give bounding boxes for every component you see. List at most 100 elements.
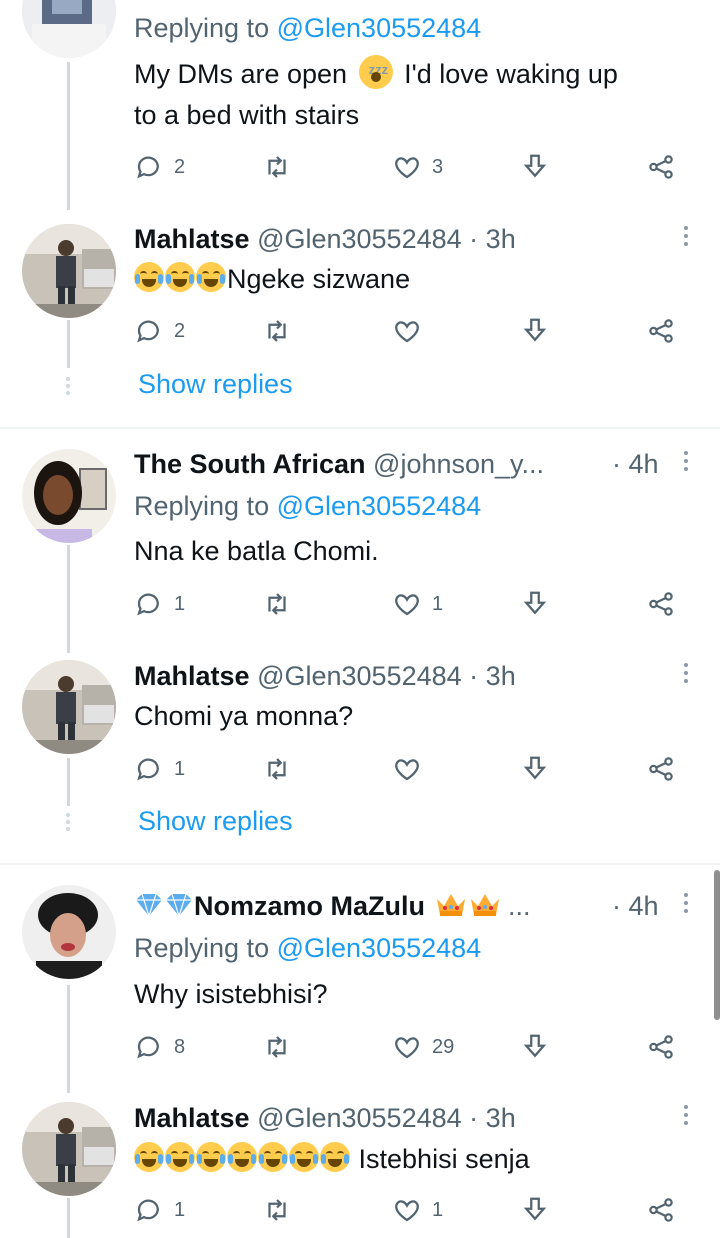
scrollbar[interactable]	[714, 870, 720, 1020]
more-icon[interactable]	[684, 1105, 690, 1129]
retweet-button[interactable]	[262, 1029, 292, 1065]
replying-handle-link[interactable]: @Glen30552484	[277, 491, 482, 521]
user-handle[interactable]: @Glen30552484	[257, 1103, 462, 1133]
tweet-text: Ngeke sizwane	[134, 259, 410, 300]
display-name[interactable]: The South African	[134, 449, 366, 479]
reply-icon	[137, 593, 159, 616]
tweet-header: Nomzamo MaZulu ...	[134, 889, 531, 923]
timestamp[interactable]: 4h	[629, 891, 659, 921]
reply-button[interactable]: 1	[134, 751, 185, 787]
retweet-icon	[268, 758, 286, 780]
retweet-button[interactable]	[262, 586, 292, 622]
diamond-emoji	[134, 892, 164, 918]
avatar[interactable]	[22, 660, 116, 754]
display-name[interactable]: Mahlatse	[134, 661, 250, 691]
share-icon	[649, 1035, 673, 1059]
reply-icon	[137, 320, 159, 343]
display-name[interactable]: Mahlatse	[134, 1103, 250, 1133]
user-handle[interactable]: @johnson_y...	[373, 449, 544, 479]
tweet-actions: 1 1	[134, 586, 694, 622]
retweet-button[interactable]	[262, 1192, 292, 1228]
reply-icon	[137, 156, 159, 179]
download-icon	[523, 154, 547, 178]
download-icon	[523, 591, 547, 615]
share-button[interactable]	[646, 586, 676, 622]
retweet-button[interactable]	[262, 313, 292, 349]
reply-button[interactable]: 2	[134, 313, 185, 349]
reply-button[interactable]: 2	[134, 149, 185, 185]
download-button[interactable]	[520, 1029, 550, 1065]
download-button[interactable]	[520, 751, 550, 787]
tweet-text: Chomi ya monna?	[134, 701, 354, 731]
tears-of-joy-emoji	[134, 262, 164, 292]
tweet-text: Istebhisi senja	[134, 1139, 530, 1180]
like-button[interactable]	[392, 751, 432, 787]
timestamp[interactable]: 3h	[486, 661, 516, 691]
tweet-text: Why isistebhisi?	[134, 979, 328, 1009]
user-handle[interactable]: ...	[508, 891, 531, 921]
replying-handle-link[interactable]: @Glen30552484	[277, 13, 482, 43]
retweet-icon	[268, 156, 286, 178]
share-button[interactable]	[646, 1192, 676, 1228]
share-button[interactable]	[646, 1029, 676, 1065]
avatar[interactable]	[22, 0, 116, 58]
replying-to: Replying to @Glen30552484	[134, 491, 482, 521]
reply-button[interactable]: 1	[134, 586, 185, 622]
replying-handle-link[interactable]: @Glen30552484	[277, 933, 482, 963]
retweet-icon	[268, 1199, 286, 1221]
more-icon[interactable]	[684, 893, 690, 917]
avatar[interactable]	[22, 449, 116, 543]
tears-of-joy-emoji	[258, 1142, 288, 1172]
share-button[interactable]	[646, 313, 676, 349]
timestamp[interactable]: 3h	[486, 224, 516, 254]
reply-button[interactable]: 8	[134, 1029, 185, 1065]
timestamp[interactable]: 3h	[486, 1103, 516, 1133]
thread-line	[67, 545, 70, 653]
more-icon[interactable]	[684, 226, 690, 250]
retweet-icon	[268, 320, 286, 342]
tears-of-joy-emoji	[165, 262, 195, 292]
retweet-icon	[268, 593, 286, 615]
reply-button[interactable]: 1	[134, 1192, 185, 1228]
avatar[interactable]	[22, 885, 116, 979]
sleeping-face-emoji: zzz	[358, 55, 393, 89]
display-name[interactable]: Mahlatse	[134, 224, 250, 254]
download-button[interactable]	[520, 313, 550, 349]
more-icon[interactable]	[684, 663, 690, 687]
like-icon	[395, 321, 419, 343]
retweet-button[interactable]	[262, 751, 292, 787]
crown-emoji	[435, 891, 467, 919]
download-icon	[523, 756, 547, 780]
like-button[interactable]	[392, 313, 432, 349]
share-icon	[649, 757, 673, 781]
share-button[interactable]	[646, 149, 676, 185]
download-button[interactable]	[520, 1192, 550, 1228]
replying-to: Replying to @Glen30552484	[134, 933, 482, 963]
user-handle[interactable]: @Glen30552484	[257, 224, 462, 254]
download-button[interactable]	[520, 586, 550, 622]
display-name[interactable]: Nomzamo MaZulu	[194, 891, 425, 921]
show-replies-link[interactable]: Show replies	[138, 369, 293, 400]
like-button[interactable]: 1	[392, 1192, 443, 1228]
thread-dots	[66, 813, 70, 834]
share-button[interactable]	[646, 751, 676, 787]
tweet-actions: 8 29	[134, 1029, 694, 1065]
like-icon	[395, 1037, 419, 1059]
thread-line	[67, 62, 70, 210]
show-replies-link[interactable]: Show replies	[138, 806, 293, 837]
retweet-button[interactable]	[262, 149, 292, 185]
like-button[interactable]: 1	[392, 586, 443, 622]
like-icon	[395, 594, 419, 616]
user-handle[interactable]: @Glen30552484	[257, 661, 462, 691]
like-button[interactable]: 29	[392, 1029, 454, 1065]
avatar[interactable]	[22, 224, 116, 318]
tweet-actions: 2	[134, 313, 694, 349]
tweet-actions: 1 1	[134, 1192, 694, 1228]
like-button[interactable]: 3	[392, 149, 443, 185]
share-icon	[649, 1198, 673, 1222]
more-icon[interactable]	[684, 451, 690, 475]
timestamp[interactable]: 4h	[629, 449, 659, 479]
download-button[interactable]	[520, 149, 550, 185]
avatar[interactable]	[22, 1102, 116, 1196]
thread-dots	[66, 377, 70, 398]
